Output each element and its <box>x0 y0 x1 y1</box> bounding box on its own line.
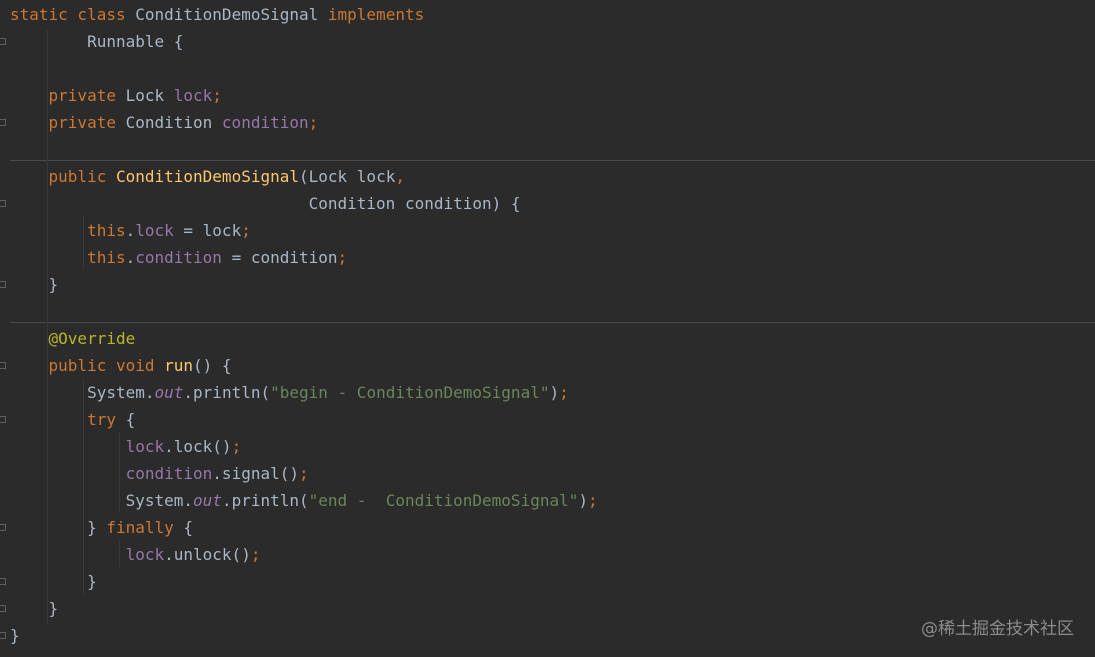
code-token: this <box>10 221 126 240</box>
code-token: this <box>10 248 126 267</box>
code-token: ; <box>241 221 251 240</box>
code-token: System. <box>10 383 155 402</box>
fold-marker-icon[interactable] <box>0 200 6 207</box>
code-token: public <box>10 167 116 186</box>
code-token: ; <box>337 248 348 267</box>
code-token: ; <box>250 545 261 564</box>
code-token: public void <box>10 356 165 375</box>
code-token: . <box>125 221 136 240</box>
code-token: finally <box>106 518 184 537</box>
method-separator <box>10 322 1095 323</box>
code-token: ; <box>231 437 242 456</box>
code-line[interactable]: private Lock lock; <box>10 82 222 109</box>
code-token: Lock <box>125 86 174 105</box>
code-line[interactable]: condition.signal(); <box>10 460 309 487</box>
code-token: "begin - ConditionDemoSignal" <box>270 383 550 402</box>
code-token: lock <box>135 221 174 240</box>
code-token: (Lock lock <box>299 167 396 186</box>
code-token: } <box>10 599 59 618</box>
code-token: } <box>10 626 20 645</box>
code-token: ConditionDemoSignal <box>135 5 328 24</box>
code-token: lock <box>10 545 165 564</box>
fold-marker-icon[interactable] <box>0 281 6 288</box>
fold-marker-icon[interactable] <box>0 416 6 423</box>
code-editor[interactable]: static class ConditionDemoSignal impleme… <box>0 0 1095 657</box>
fold-marker-icon[interactable] <box>0 362 6 369</box>
fold-gutter <box>0 0 10 657</box>
code-line[interactable]: private Condition condition; <box>10 109 319 136</box>
code-token: ; <box>559 383 569 402</box>
code-token: .unlock() <box>164 545 251 564</box>
code-token: } <box>10 275 59 294</box>
code-token: Condition condition) { <box>10 194 521 213</box>
code-token: static class <box>10 5 136 24</box>
code-token: try <box>10 410 126 429</box>
code-token: private <box>10 86 126 105</box>
code-line[interactable]: try { <box>10 406 135 433</box>
code-token: ; <box>299 464 309 483</box>
code-line[interactable]: static class ConditionDemoSignal impleme… <box>10 1 424 28</box>
code-line[interactable]: } <box>10 622 20 649</box>
code-line[interactable]: Condition condition) { <box>10 190 521 217</box>
code-line[interactable]: } <box>10 271 59 298</box>
code-token: } <box>10 518 107 537</box>
code-token: lock <box>10 437 165 456</box>
code-token: condition <box>135 248 222 267</box>
code-line[interactable]: System.out.println("begin - ConditionDem… <box>10 379 569 406</box>
code-token: .println( <box>183 383 271 402</box>
code-token: @Override <box>10 329 136 348</box>
code-line[interactable]: @Override <box>10 325 136 352</box>
code-token: Runnable { <box>10 32 184 51</box>
code-token: = lock <box>173 221 242 240</box>
code-token: } <box>10 572 97 591</box>
code-token: .signal() <box>212 464 299 483</box>
code-token: "end - ConditionDemoSignal" <box>308 491 579 510</box>
code-line[interactable]: this.condition = condition; <box>10 244 347 271</box>
code-token: { <box>125 410 136 429</box>
code-token: ) <box>578 491 588 510</box>
code-token: lock <box>173 86 213 105</box>
code-token: condition <box>221 113 309 132</box>
code-token: implements <box>327 5 425 24</box>
code-line[interactable]: public ConditionDemoSignal(Lock lock, <box>10 163 405 190</box>
fold-marker-icon[interactable] <box>0 605 6 612</box>
code-token: { <box>183 518 194 537</box>
code-token: condition <box>10 464 213 483</box>
code-token: ; <box>588 491 598 510</box>
watermark: @稀土掘金技术社区 <box>921 619 1074 639</box>
code-token: () { <box>193 356 232 375</box>
code-token: System. <box>10 491 194 510</box>
fold-marker-icon[interactable] <box>0 119 6 126</box>
code-token: ConditionDemoSignal <box>115 167 299 186</box>
code-line[interactable]: lock.lock(); <box>10 433 242 460</box>
code-token: ) <box>549 383 560 402</box>
code-token: ; <box>212 86 222 105</box>
code-line[interactable]: } <box>10 595 59 622</box>
code-token: out <box>193 491 222 510</box>
code-line[interactable]: lock.unlock(); <box>10 541 261 568</box>
code-line[interactable]: Runnable { <box>10 28 183 55</box>
code-token: . <box>125 248 136 267</box>
fold-marker-icon[interactable] <box>0 578 6 585</box>
code-token: .println( <box>221 491 309 510</box>
fold-marker-icon[interactable] <box>0 632 6 639</box>
code-line[interactable]: System.out.println("end - ConditionDemoS… <box>10 487 598 514</box>
code-line[interactable]: this.lock = lock; <box>10 217 251 244</box>
code-token: ; <box>308 113 319 132</box>
method-separator <box>10 160 1095 161</box>
code-token: private <box>10 113 126 132</box>
code-line[interactable]: } <box>10 568 97 595</box>
code-token: , <box>395 167 405 186</box>
code-token: Condition <box>125 113 222 132</box>
code-token: = condition <box>221 248 338 267</box>
fold-marker-icon[interactable] <box>0 524 6 531</box>
code-token: run <box>164 356 194 375</box>
code-line[interactable]: public void run() { <box>10 352 232 379</box>
code-token: out <box>154 383 184 402</box>
fold-marker-icon[interactable] <box>0 38 6 45</box>
code-token: .lock() <box>164 437 232 456</box>
code-line[interactable]: } finally { <box>10 514 193 541</box>
